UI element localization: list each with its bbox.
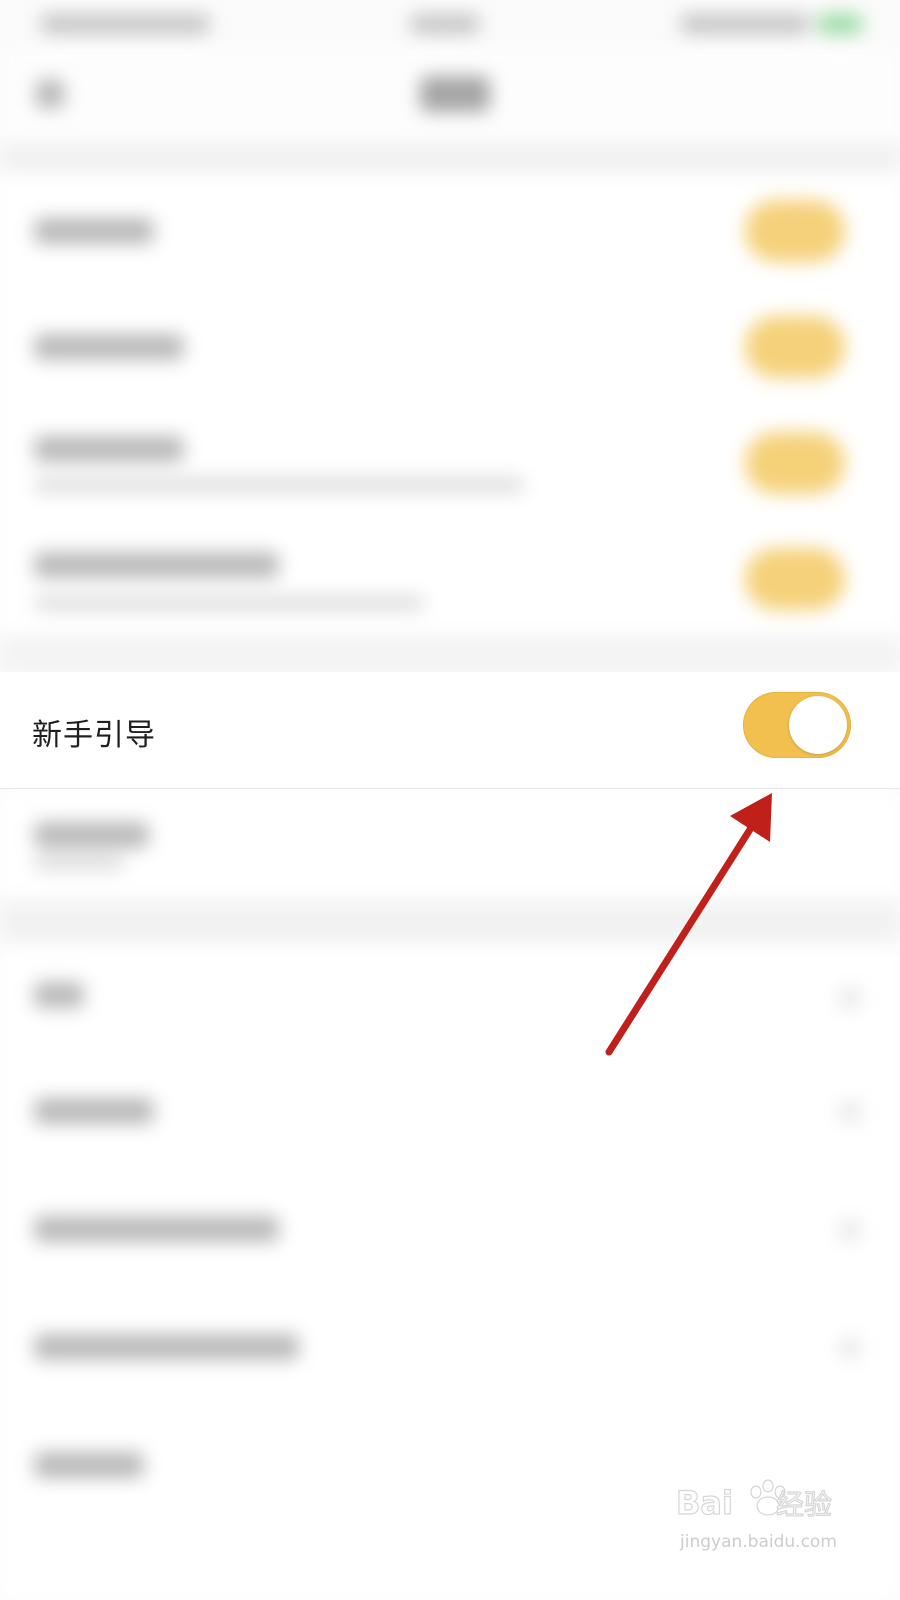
setting-row xyxy=(0,288,900,404)
setting-row xyxy=(0,790,900,900)
beginner-guide-toggle[interactable] xyxy=(743,692,851,758)
blurred-background xyxy=(0,0,900,1600)
toggle-knob xyxy=(789,696,847,754)
setting-row xyxy=(0,404,900,520)
nav-bar xyxy=(0,48,900,144)
watermark-url: jingyan.baidu.com xyxy=(680,1532,837,1552)
svg-text:Bai: Bai xyxy=(676,1484,733,1522)
setting-row xyxy=(0,1170,900,1288)
setting-row xyxy=(0,944,900,1052)
page-title xyxy=(420,76,490,112)
watermark: Bai 经验 jingyan.baidu.com xyxy=(675,1474,856,1564)
back-icon[interactable] xyxy=(36,80,64,108)
settings-screen: 新手引导 Bai 经验 jingyan.baidu.com xyxy=(0,0,900,1600)
setting-row xyxy=(0,1288,900,1406)
annotation-arrow xyxy=(605,793,772,1056)
baidu-jingyan-logo: Bai 经验 xyxy=(675,1479,833,1523)
setting-label: 新手引导 xyxy=(32,718,156,753)
setting-row xyxy=(0,520,900,636)
setting-row xyxy=(0,1052,900,1170)
setting-row xyxy=(0,172,900,288)
svg-text:经验: 经验 xyxy=(776,1488,832,1521)
status-bar xyxy=(0,0,900,48)
